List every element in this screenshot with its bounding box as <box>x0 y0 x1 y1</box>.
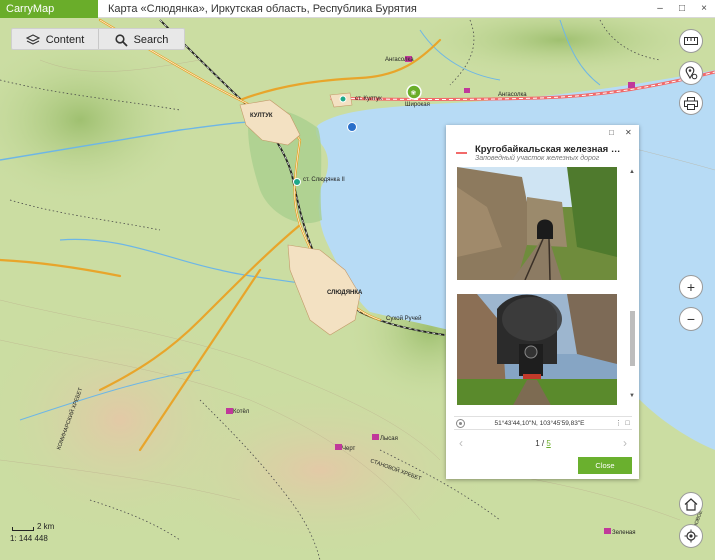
close-button[interactable]: Close <box>578 457 632 474</box>
label-shirokaya: Широкая <box>405 102 430 108</box>
previous-page-icon[interactable]: ‹ <box>454 436 468 450</box>
content-button[interactable]: Content <box>12 29 98 49</box>
label-sukhoy: Сухой Ручей <box>386 315 421 322</box>
label-lysaya: Лысая <box>380 436 398 442</box>
scroll-down-icon[interactable]: ▼ <box>629 393 635 399</box>
coordinates-value: 51°43'44,10"N, 103°45'59,83"E <box>494 419 585 427</box>
home-icon <box>684 497 698 511</box>
railway-legend-swatch <box>456 152 467 154</box>
popup-subtitle: Заповедный участок железных дорог <box>475 155 600 162</box>
scale-bar <box>12 527 34 531</box>
total-pages-link[interactable]: 5 <box>546 439 550 448</box>
popup-header: □ ✕ Кругобайкальская железная дорога Зап… <box>446 125 639 167</box>
label-zelenaya: Зеленая <box>612 530 636 536</box>
print-button[interactable] <box>679 91 703 115</box>
label-slyudyanka: СЛЮДЯНКА <box>327 290 363 296</box>
label-slyudyanka2: ст. Слюдянка II <box>303 177 345 183</box>
current-page: 1 / <box>535 438 545 448</box>
label-angasolka-station: Ангасолка <box>498 92 527 98</box>
gps-icon <box>684 529 698 543</box>
app-name: CarryMap <box>0 0 98 18</box>
label-kultuk-station: ст. Култук <box>355 96 382 102</box>
home-button[interactable] <box>679 492 703 516</box>
location-settings-button[interactable] <box>679 61 703 85</box>
target-icon[interactable] <box>456 418 465 428</box>
tunnel-photo[interactable] <box>457 167 617 280</box>
pin-gear-icon <box>685 66 698 80</box>
search-label: Search <box>133 34 169 46</box>
close-window-button[interactable]: × <box>693 0 715 18</box>
popup-title: Кругобайкальская железная дорога <box>475 144 625 155</box>
measure-button[interactable] <box>679 29 703 53</box>
scale-indicator: 2 km 1: 144 448 <box>10 522 54 543</box>
coordinates-row: 51°43'44,10"N, 103°45'59,83"E ⋮ □ <box>454 416 632 430</box>
title-bar: CarryMap Карта «Слюдянка», Иркутская обл… <box>0 0 715 18</box>
zoom-out-button[interactable]: − <box>679 307 703 331</box>
scale-distance: 2 km <box>37 522 55 531</box>
minimize-button[interactable]: – <box>649 0 671 18</box>
feature-popup: □ ✕ Кругобайкальская железная дорога Зап… <box>446 125 639 479</box>
scale-ratio: 1: 144 448 <box>10 534 48 543</box>
label-angasolka: Ангасолка <box>385 57 414 63</box>
copy-icon[interactable]: □ <box>623 420 632 427</box>
top-toolbar: Content Search <box>11 28 185 50</box>
options-icon[interactable]: ⋮ <box>614 419 623 427</box>
window-title: Карта «Слюдянка», Иркутская область, Рес… <box>108 2 417 15</box>
maximize-button[interactable]: □ <box>671 0 693 18</box>
steam-train-photo[interactable] <box>457 294 617 405</box>
label-kotel: Котёл <box>233 409 250 415</box>
page-indicator: 1 / 5 <box>468 439 618 448</box>
layers-icon <box>25 34 40 45</box>
search-icon <box>114 33 128 47</box>
popup-scrollbar[interactable]: ▲ ▼ <box>629 169 635 401</box>
search-button[interactable]: Search <box>98 29 184 49</box>
ruler-icon <box>684 37 698 45</box>
popup-close-icon[interactable]: ✕ <box>625 128 632 137</box>
zoom-in-button[interactable]: + <box>679 275 703 299</box>
scroll-thumb[interactable] <box>630 311 635 366</box>
svg-text:❀: ❀ <box>411 90 417 97</box>
popup-scroll-area[interactable] <box>454 167 632 405</box>
scroll-up-icon[interactable]: ▲ <box>629 169 635 175</box>
gps-button[interactable] <box>679 524 703 548</box>
pager: ‹ 1 / 5 › <box>454 435 632 451</box>
label-chert: Черт <box>342 446 356 452</box>
label-kultuk: КУЛТУК <box>250 113 273 119</box>
content-label: Content <box>45 34 85 46</box>
popup-restore-button[interactable]: □ <box>609 128 614 137</box>
next-page-icon[interactable]: › <box>618 436 632 450</box>
print-icon <box>684 96 698 110</box>
